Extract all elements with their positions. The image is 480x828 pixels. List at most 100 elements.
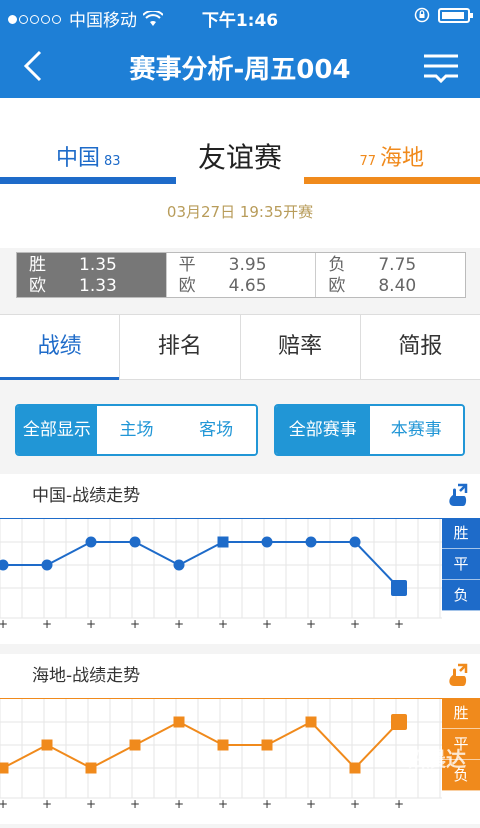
menu-icon: [424, 54, 458, 84]
watermark: 铅晨达: [406, 747, 466, 771]
away-team-name: 海地: [379, 146, 424, 171]
home-trend-legend: 胜 平 负: [442, 518, 480, 611]
menu-button[interactable]: [422, 50, 460, 84]
x-tick: +: [262, 617, 272, 631]
odds-value: 8.40: [378, 276, 417, 296]
away-team[interactable]: 77 海地: [359, 140, 424, 172]
competition-filter: 全部赛事 本赛事: [274, 404, 465, 456]
x-tick: +: [218, 797, 228, 811]
odds-box: 胜 1.35 欧 1.33 平 3.95 欧 4.65 负 7.75 欧 8.40: [16, 252, 466, 298]
venue-filter: 全部显示 主场 客场: [15, 404, 258, 456]
home-trend-chart: + + + + + + + + + + 胜 平 负: [0, 517, 480, 644]
odds-value: 4.65: [228, 276, 267, 296]
nav-bar: 赛事分析-周五004: [0, 34, 480, 98]
battery-icon: [438, 7, 473, 23]
result-point[interactable]: [41, 739, 53, 751]
x-tick: +: [130, 797, 140, 811]
result-point[interactable]: [349, 762, 361, 774]
result-point[interactable]: [217, 739, 229, 751]
away-trend-plot: + + + + + + + + + +: [0, 697, 442, 811]
odds-label: 欧: [178, 276, 196, 296]
result-point[interactable]: [85, 762, 97, 774]
result-point[interactable]: [261, 536, 273, 548]
away-team-rank: 77: [359, 154, 376, 169]
filter-away[interactable]: 客场: [176, 406, 256, 454]
legend-loss: 负: [442, 580, 480, 611]
legend-draw: 平: [442, 549, 480, 580]
x-tick: +: [394, 617, 404, 631]
x-tick: +: [174, 797, 184, 811]
x-tick: +: [174, 617, 184, 631]
status-bar: 中国移动 下午1:46: [0, 0, 480, 34]
odds-value: 3.95: [228, 255, 267, 275]
x-tick: +: [0, 617, 8, 631]
result-point[interactable]: [173, 716, 185, 728]
filter-all-competitions[interactable]: 全部赛事: [276, 406, 370, 454]
x-tick: +: [130, 617, 140, 631]
odds-label: 胜: [29, 255, 46, 275]
home-color-bar: [0, 177, 176, 184]
x-tick: +: [306, 617, 316, 631]
odds-label: 欧: [328, 276, 346, 296]
result-point[interactable]: [85, 536, 97, 548]
result-point[interactable]: [0, 559, 9, 571]
tab-record[interactable]: 战绩: [0, 315, 121, 380]
x-tick: +: [350, 797, 360, 811]
rotation-lock-icon: [414, 7, 430, 23]
x-tick: +: [86, 617, 96, 631]
result-point[interactable]: [173, 559, 185, 571]
away-trend-section: 海地-战绩走势 + + + + + + + + + + 胜 平 负: [0, 654, 480, 824]
x-tick: +: [218, 617, 228, 631]
odds-label: 平: [178, 255, 196, 275]
result-point[interactable]: [391, 580, 407, 596]
away-color-bar: [304, 177, 480, 184]
clock: 下午1:46: [201, 11, 279, 31]
legend-win: 胜: [442, 698, 480, 729]
result-point[interactable]: [217, 536, 229, 548]
x-tick: +: [262, 797, 272, 811]
odds-value: 7.75: [378, 255, 417, 275]
away-trend-title-text: 海地-战绩走势: [32, 666, 141, 686]
result-point[interactable]: [305, 536, 317, 548]
page-title: 赛事分析-周五004: [129, 55, 351, 85]
match-header: 中国 83 友谊赛 77 海地 03月27日 19:35开赛: [0, 98, 480, 248]
result-point[interactable]: [305, 716, 317, 728]
x-tick: +: [306, 797, 316, 811]
odds-lose[interactable]: 负 7.75 欧 8.40: [316, 253, 465, 297]
result-point[interactable]: [261, 739, 273, 751]
x-tick: +: [86, 797, 96, 811]
odds-label: 负: [328, 255, 346, 275]
result-point[interactable]: [129, 739, 141, 751]
odds-win[interactable]: 胜 1.35 欧 1.33: [17, 253, 167, 297]
home-trend-title: 中国-战绩走势: [0, 474, 480, 518]
x-tick: +: [394, 797, 404, 811]
legend-win: 胜: [442, 518, 480, 549]
odds-draw[interactable]: 平 3.95 欧 4.65: [167, 253, 317, 297]
match-datetime: 03月27日 19:35开赛: [166, 203, 314, 221]
x-tick: +: [42, 617, 52, 631]
result-point[interactable]: [0, 762, 9, 774]
result-point[interactable]: [41, 559, 53, 571]
share-icon[interactable]: [444, 662, 470, 688]
tab-brief[interactable]: 简报: [361, 315, 480, 379]
result-point[interactable]: [349, 536, 361, 548]
result-point[interactable]: [391, 714, 407, 730]
tab-ranking[interactable]: 排名: [120, 315, 241, 379]
filter-this-competition[interactable]: 本赛事: [369, 406, 463, 454]
analysis-tabs: 战绩 排名 赔率 简报: [0, 314, 480, 380]
odds-value: 1.33: [79, 276, 117, 296]
home-trend-section: 中国-战绩走势 + + + + + + + + + + 胜 平 负: [0, 474, 480, 644]
share-icon[interactable]: [444, 482, 470, 508]
filter-all[interactable]: 全部显示: [17, 406, 97, 454]
x-tick: +: [42, 797, 52, 811]
home-trend-title-text: 中国-战绩走势: [32, 486, 141, 506]
home-trend-plot: + + + + + + + + + +: [0, 517, 442, 631]
odds-label: 欧: [29, 276, 46, 296]
filter-home[interactable]: 主场: [96, 406, 177, 454]
x-tick: +: [350, 617, 360, 631]
x-tick: +: [0, 797, 8, 811]
result-point[interactable]: [129, 536, 141, 548]
tab-odds[interactable]: 赔率: [241, 315, 361, 379]
away-trend-title: 海地-战绩走势: [0, 654, 480, 698]
odds-value: 1.35: [79, 255, 117, 275]
